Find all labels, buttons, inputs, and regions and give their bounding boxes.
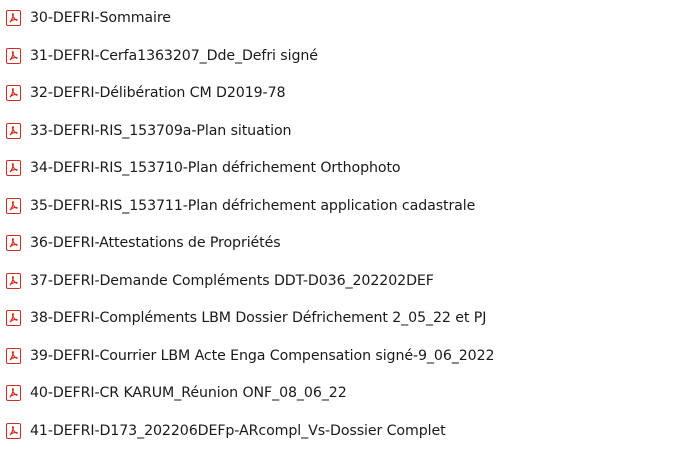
- file-item[interactable]: 38-DEFRI-Compléments LBM Dossier Défrich…: [0, 303, 681, 333]
- pdf-file-icon: [6, 10, 21, 26]
- file-name: 40-DEFRI-CR KARUM_Réunion ONF_08_06_22: [30, 385, 347, 401]
- file-name: 39-DEFRI-Courrier LBM Acte Enga Compensa…: [30, 347, 495, 364]
- file-item[interactable]: 41-DEFRI-D173_202206DEFp-ARcompl_Vs-Doss…: [0, 416, 681, 446]
- file-name: 32-DEFRI-Délibération CM D2019-78: [30, 85, 286, 101]
- pdf-file-icon: [6, 47, 21, 64]
- pdf-file-icon: [6, 235, 21, 251]
- pdf-file-icon: [6, 85, 21, 101]
- file-name: 33-DEFRI-RIS_153709a-Plan situation: [30, 122, 292, 139]
- file-name: 35-DEFRI-RIS_153711-Plan défrichement ap…: [30, 197, 476, 214]
- file-item[interactable]: 32-DEFRI-Délibération CM D2019-78: [0, 78, 681, 108]
- pdf-file-icon: [6, 272, 21, 289]
- pdf-file-icon: [6, 385, 21, 401]
- file-item[interactable]: 35-DEFRI-RIS_153711-Plan défrichement ap…: [0, 191, 681, 221]
- file-item[interactable]: 36-DEFRI-Attestations de Propriétés: [0, 228, 681, 258]
- file-item[interactable]: 33-DEFRI-RIS_153709a-Plan situation: [0, 116, 681, 146]
- file-name: 34-DEFRI-RIS_153710-Plan défrichement Or…: [30, 160, 401, 176]
- file-name: 31-DEFRI-Cerfa1363207_Dde_Defri signé: [30, 47, 318, 64]
- file-name: 41-DEFRI-D173_202206DEFp-ARcompl_Vs-Doss…: [30, 422, 446, 439]
- file-item[interactable]: 30-DEFRI-Sommaire: [0, 3, 681, 33]
- pdf-file-icon: [6, 122, 21, 139]
- pdf-file-icon: [6, 347, 21, 364]
- file-name: 38-DEFRI-Compléments LBM Dossier Défrich…: [30, 310, 487, 326]
- pdf-file-icon: [6, 160, 21, 176]
- file-item[interactable]: 40-DEFRI-CR KARUM_Réunion ONF_08_06_22: [0, 378, 681, 408]
- file-name: 37-DEFRI-Demande Compléments DDT-D036_20…: [30, 272, 434, 289]
- pdf-file-icon: [6, 422, 21, 439]
- file-name: 30-DEFRI-Sommaire: [30, 10, 171, 26]
- file-item[interactable]: 39-DEFRI-Courrier LBM Acte Enga Compensa…: [0, 341, 681, 371]
- file-item[interactable]: 34-DEFRI-RIS_153710-Plan défrichement Or…: [0, 153, 681, 183]
- file-name: 36-DEFRI-Attestations de Propriétés: [30, 235, 281, 251]
- file-item[interactable]: 37-DEFRI-Demande Compléments DDT-D036_20…: [0, 266, 681, 296]
- file-item[interactable]: 31-DEFRI-Cerfa1363207_Dde_Defri signé: [0, 41, 681, 71]
- pdf-file-icon: [6, 310, 21, 326]
- pdf-file-icon: [6, 197, 21, 214]
